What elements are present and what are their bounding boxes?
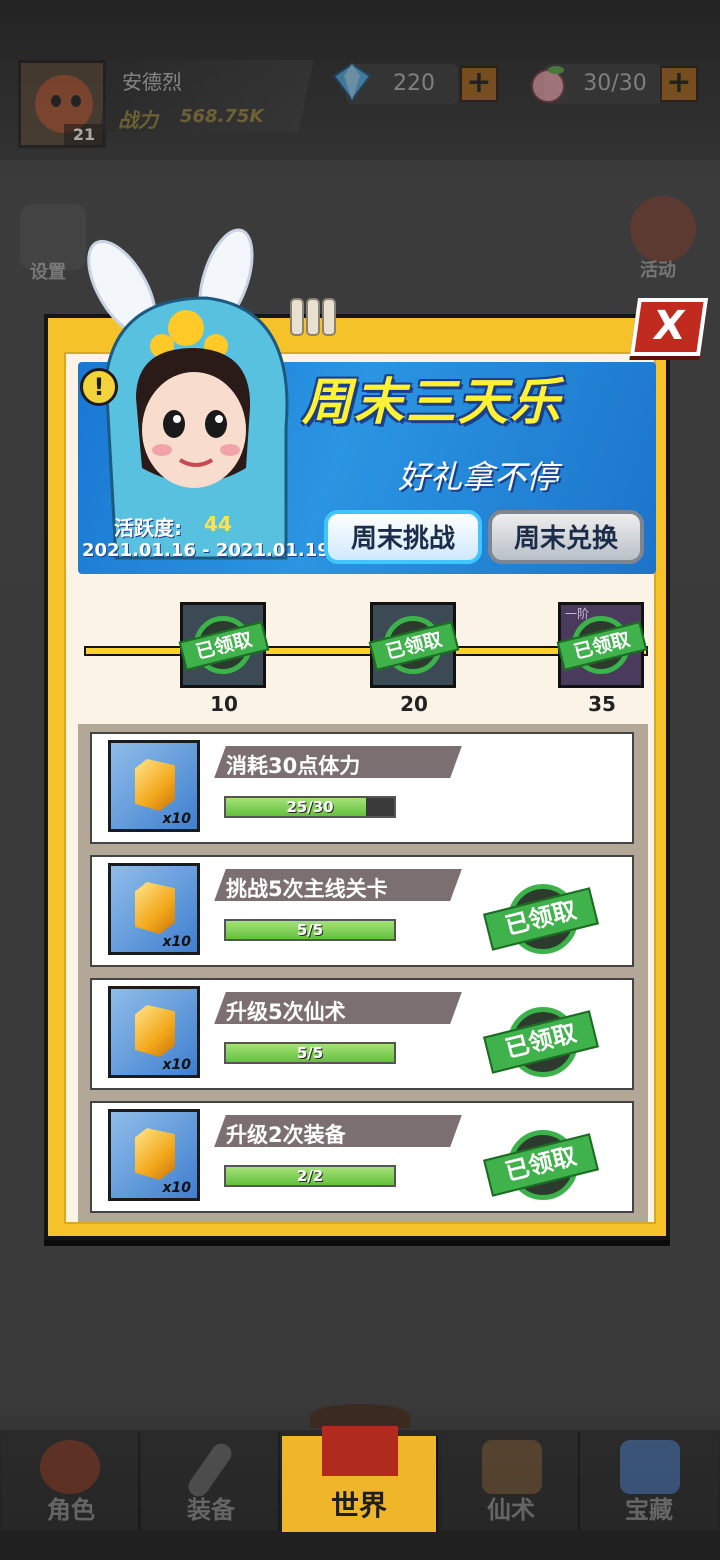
task-progress-bar: 2/2	[224, 1165, 396, 1187]
power-value: 568.75K	[180, 106, 264, 127]
activity-points-value: 44	[204, 512, 232, 536]
stamina-count: 30/30	[583, 71, 647, 96]
reward-gem-tile[interactable]: x10	[108, 863, 200, 955]
task-progress-text: 2/2	[296, 1167, 324, 1185]
settings-label: 设置	[30, 262, 66, 283]
task-progress-text: 25/30	[286, 798, 334, 816]
activity-label: 活动	[640, 260, 676, 281]
nav-label: 世界	[330, 1489, 387, 1522]
event-title: 周末三天乐	[302, 373, 562, 431]
power-label: 战力	[118, 108, 158, 132]
event-subtitle: 好礼拿不停	[398, 458, 559, 496]
tab-weekend-challenge[interactable]: 周末挑战	[324, 510, 482, 564]
task-title: 升级2次装备	[226, 1123, 346, 1147]
activity-points-label: 活跃度:	[114, 516, 182, 540]
nav-label: 仙术	[487, 1496, 535, 1524]
reward-quantity: x10	[162, 811, 191, 827]
gold-gem-icon	[135, 1005, 175, 1057]
nav-tab-character[interactable]: 角色	[2, 1432, 140, 1530]
task-progress-text: 5/5	[296, 1044, 324, 1062]
gold-gem-icon	[135, 882, 175, 934]
task-progress-bar: 25/30	[224, 796, 396, 818]
player-name: 安德烈	[122, 70, 182, 94]
player-level-badge: 21	[64, 124, 104, 146]
reward-gem-tile[interactable]: x10	[108, 1109, 200, 1201]
gold-gem-icon	[135, 1128, 175, 1180]
temple-gate-icon	[310, 1404, 410, 1428]
close-button[interactable]: X	[629, 298, 709, 356]
activity-drum-icon[interactable]	[630, 196, 696, 262]
treasure-chest-icon	[620, 1440, 680, 1494]
tab-weekend-exchange[interactable]: 周末兑换	[488, 510, 644, 564]
milestone-threshold: 10	[210, 692, 238, 716]
nav-label: 宝藏	[625, 1496, 673, 1524]
monkey-icon	[40, 1440, 100, 1494]
add-gems-button[interactable]: +	[460, 66, 498, 102]
nav-tab-equipment[interactable]: 装备	[142, 1432, 280, 1530]
task-progress-bar: 5/5	[224, 919, 396, 941]
gem-count: 220	[393, 71, 435, 96]
cauldron-icon	[482, 1440, 542, 1494]
bunny-girl-character-illustration	[87, 228, 289, 560]
reward-gem-tile[interactable]: x10	[108, 986, 200, 1078]
task-progress-bar: 5/5	[224, 1042, 396, 1064]
nav-label: 角色	[47, 1496, 95, 1524]
reward-quantity: x10	[162, 1180, 191, 1196]
milestone-threshold: 35	[588, 692, 616, 716]
reward-gem-tile[interactable]: x10	[108, 740, 200, 832]
nav-tab-world[interactable]: 世界	[282, 1404, 438, 1532]
milestone-threshold: 20	[400, 692, 428, 716]
milestone-reward-chest[interactable]: 一阶 已领取	[556, 602, 648, 688]
task-title: 升级5次仙术	[226, 1000, 346, 1024]
event-date-range: 2021.01.16 - 2021.01.19	[82, 540, 330, 561]
task-title: 挑战5次主线关卡	[226, 877, 388, 901]
gold-gem-icon	[135, 759, 175, 811]
diamond-icon	[332, 62, 372, 102]
task-progress-text: 5/5	[296, 921, 324, 939]
task-title: 消耗30点体力	[226, 754, 361, 778]
milestone-reward-chest[interactable]: 已领取	[178, 602, 270, 688]
reward-quantity: x10	[162, 1057, 191, 1073]
reward-quantity: x10	[162, 934, 191, 950]
binder-ring	[322, 298, 336, 336]
add-stamina-button[interactable]: +	[660, 66, 698, 102]
nav-tab-spells[interactable]: 仙术	[442, 1432, 580, 1530]
nav-tab-treasure[interactable]: 宝藏	[580, 1432, 718, 1530]
peach-icon	[531, 66, 565, 103]
info-exclamation-icon[interactable]: !	[80, 368, 118, 406]
nav-label: 装备	[187, 1496, 235, 1524]
milestone-reward-chest[interactable]: 已领取	[368, 602, 460, 688]
